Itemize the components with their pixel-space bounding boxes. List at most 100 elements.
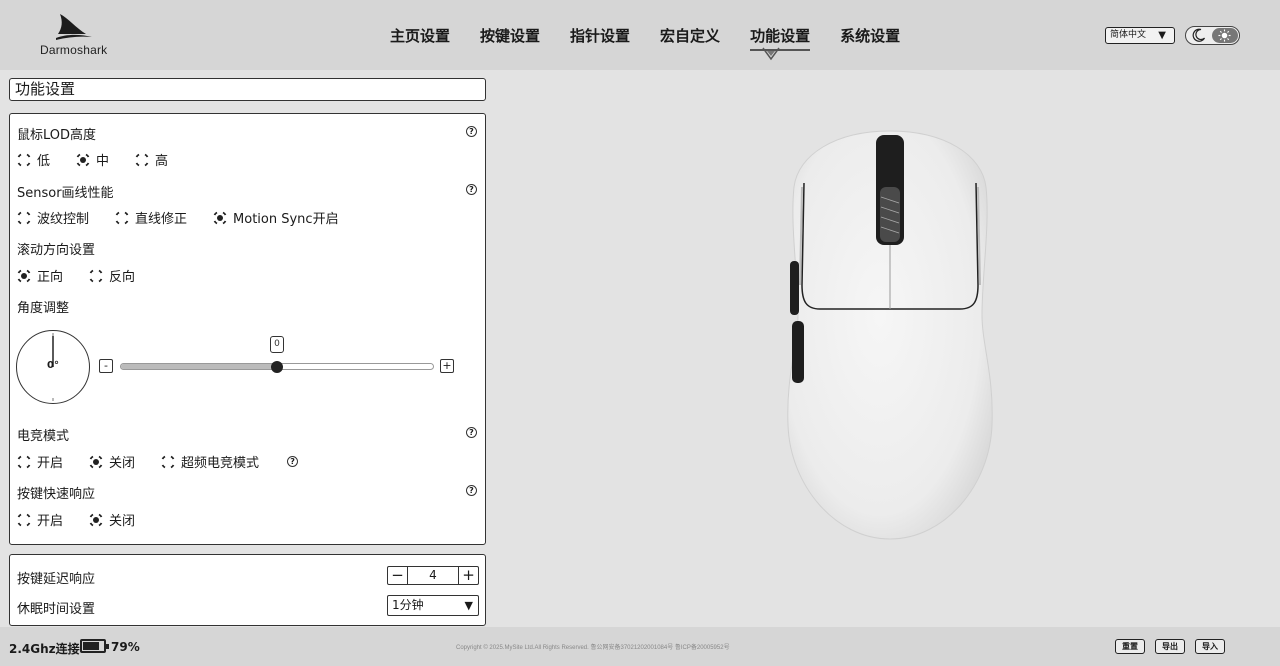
lod-option-low[interactable]: 低 <box>17 150 50 169</box>
sleep-label: 休眠时间设置 <box>17 602 96 617</box>
angle-dial[interactable]: 0° <box>16 330 90 404</box>
sleep-time-select[interactable]: 1分钟 ▼ <box>387 595 479 616</box>
moon-icon <box>1192 28 1206 42</box>
sensor-angle-snap-label: 直线修正 <box>135 212 188 227</box>
battery-icon <box>80 639 109 653</box>
quick-response-option-off[interactable]: 关闭 <box>89 510 135 529</box>
top-header: Darmoshark 主页设置 按键设置 指针设置 宏自定义 功能设置 系统设置… <box>0 0 1280 70</box>
quick-response-on-label: 开启 <box>37 514 64 529</box>
key-delay-stepper: − 4 + <box>387 566 479 585</box>
lod-help-icon[interactable]: ? <box>466 126 477 137</box>
sensor-option-ripple[interactable]: 波纹控制 <box>17 208 89 227</box>
sun-icon <box>1218 29 1231 42</box>
scroll-option-forward[interactable]: 正向 <box>17 266 63 285</box>
key-delay-decrease-button[interactable]: − <box>388 567 407 584</box>
overclock-help-icon[interactable]: ? <box>287 456 299 467</box>
key-delay-label: 按键延迟响应 <box>17 572 96 587</box>
esports-options: 开启 关闭 超频电竞模式 ? <box>17 452 299 471</box>
battery-tip <box>106 644 109 649</box>
scroll-reverse-label: 反向 <box>109 270 136 285</box>
lod-label: 鼠标LOD高度 <box>17 128 97 143</box>
sensor-ripple-label: 波纹控制 <box>37 212 90 227</box>
copyright-text: Copyright © 2025.MySite Ltd.All Rights R… <box>456 645 730 651</box>
angle-label: 角度调整 <box>17 301 70 316</box>
radio-unchecked-icon <box>161 455 175 469</box>
quick-response-label: 按键快速响应 <box>17 487 96 502</box>
lod-low-label: 低 <box>37 154 51 169</box>
darmoshark-logo: Darmoshark <box>38 12 110 60</box>
checkbox-unchecked-icon <box>17 211 31 225</box>
radio-unchecked-icon <box>135 153 149 167</box>
lod-options: 低 中 高 <box>17 150 194 169</box>
angle-decrease-button[interactable]: - <box>99 359 113 373</box>
angle-slider-tooltip: 0 <box>270 336 284 353</box>
main-nav: 主页设置 按键设置 指针设置 宏自定义 功能设置 系统设置 <box>390 24 930 51</box>
lod-mid-label: 中 <box>96 154 110 169</box>
active-tab-indicator-icon <box>762 47 780 61</box>
radio-unchecked-icon <box>17 513 31 527</box>
quick-response-option-on[interactable]: 开启 <box>17 510 63 529</box>
import-button[interactable]: 导入 <box>1195 639 1225 654</box>
sensor-label: Sensor画线性能 <box>17 186 114 201</box>
theme-toggle[interactable] <box>1185 26 1240 45</box>
dropdown-arrow-icon: ▼ <box>464 599 473 612</box>
nav-home[interactable]: 主页设置 <box>390 24 450 48</box>
export-button[interactable]: 导出 <box>1155 639 1185 654</box>
page-title: 功能设置 <box>9 78 486 101</box>
sensor-help-icon[interactable]: ? <box>466 184 477 195</box>
esports-off-label: 关闭 <box>109 456 136 471</box>
key-delay-value[interactable]: 4 <box>407 567 459 584</box>
reset-button[interactable]: 重置 <box>1115 639 1145 654</box>
lod-high-label: 高 <box>155 154 169 169</box>
scroll-options: 正向 反向 <box>17 266 161 285</box>
status-footer: 2.4Ghz连接 79% Copyright © 2025.MySite Ltd… <box>0 627 1280 666</box>
language-select[interactable]: 简体中文 ▼ <box>1105 27 1175 44</box>
sensor-motion-sync-label: Motion Sync开启 <box>233 212 339 227</box>
radio-checked-icon <box>76 153 90 167</box>
theme-toggle-knob <box>1212 28 1238 43</box>
lod-option-high[interactable]: 高 <box>135 150 168 169</box>
quick-response-options: 开启 关闭 <box>17 510 161 529</box>
angle-increase-button[interactable]: + <box>440 359 454 373</box>
quick-response-help-icon[interactable]: ? <box>466 485 477 496</box>
scroll-option-reverse[interactable]: 反向 <box>89 266 135 285</box>
angle-slider-fill <box>121 364 277 369</box>
key-delay-increase-button[interactable]: + <box>459 567 478 584</box>
nav-system[interactable]: 系统设置 <box>840 24 900 48</box>
sleep-time-value: 1分钟 <box>392 598 424 612</box>
angle-dial-value: 0° <box>47 360 59 371</box>
esports-option-overclock[interactable]: 超频电竞模式 <box>161 452 259 471</box>
dropdown-arrow-icon: ▼ <box>1158 30 1166 41</box>
angle-slider-handle[interactable] <box>271 361 283 373</box>
battery-fill <box>83 642 99 650</box>
checkbox-unchecked-icon <box>115 211 129 225</box>
sensor-option-motion-sync[interactable]: Motion Sync开启 <box>213 208 339 227</box>
radio-checked-icon <box>17 269 31 283</box>
shark-fin-icon <box>56 14 92 40</box>
nav-function[interactable]: 功能设置 <box>750 24 811 51</box>
connection-status: 2.4Ghz连接 <box>9 642 80 656</box>
delay-sleep-panel: 按键延迟响应 − 4 + 休眠时间设置 1分钟 ▼ <box>9 554 486 626</box>
logo-text: Darmoshark <box>40 43 108 57</box>
radio-checked-icon <box>89 513 103 527</box>
nav-macro[interactable]: 宏自定义 <box>660 24 720 48</box>
quick-response-off-label: 关闭 <box>109 514 136 529</box>
settings-panel: 鼠标LOD高度 ? 低 中 高 Sensor画线性能 ? 波纹控制 直线修正 M… <box>9 113 486 545</box>
esports-overclock-label: 超频电竞模式 <box>181 456 260 471</box>
esports-option-off[interactable]: 关闭 <box>89 452 135 471</box>
nav-pointer[interactable]: 指针设置 <box>570 24 630 48</box>
radio-unchecked-icon <box>17 153 31 167</box>
battery-percent: 79% <box>111 640 140 654</box>
lod-option-mid[interactable]: 中 <box>76 150 109 169</box>
radio-unchecked-icon <box>17 455 31 469</box>
mouse-product-image <box>787 130 993 540</box>
radio-unchecked-icon <box>89 269 103 283</box>
checkbox-checked-icon <box>213 211 227 225</box>
esports-option-on[interactable]: 开启 <box>17 452 63 471</box>
nav-keys[interactable]: 按键设置 <box>480 24 540 48</box>
radio-checked-icon <box>89 455 103 469</box>
sensor-option-angle-snap[interactable]: 直线修正 <box>115 208 187 227</box>
scroll-forward-label: 正向 <box>37 270 64 285</box>
esports-help-icon[interactable]: ? <box>466 427 477 438</box>
language-value: 简体中文 <box>1110 30 1147 40</box>
